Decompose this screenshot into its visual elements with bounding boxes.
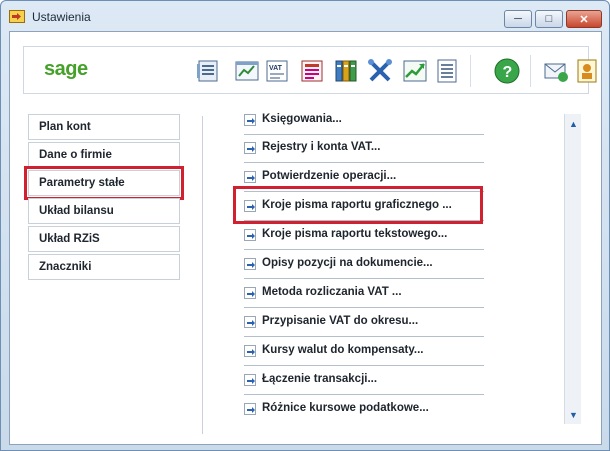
toolbar-separator xyxy=(530,55,531,87)
item-underline xyxy=(244,249,484,250)
list-item-label: Różnice kursowe podatkowe... xyxy=(262,402,429,414)
vertical-scrollbar[interactable]: ▲ ▼ xyxy=(564,114,581,424)
chart-icon[interactable] xyxy=(234,58,260,84)
window-content: sage VAT ? Plan kont Dane o firmie Param… xyxy=(9,31,602,445)
arrow-right-icon xyxy=(244,403,256,415)
scroll-down-icon[interactable]: ▼ xyxy=(566,407,581,422)
nav-item-dane-o-firmie[interactable]: Dane o firmie xyxy=(28,142,180,168)
nav-item-label: Plan kont xyxy=(39,121,91,133)
item-underline xyxy=(244,365,484,366)
nav-item-label: Parametry stałe xyxy=(39,177,125,189)
scroll-thumb[interactable] xyxy=(567,134,580,402)
vat-document-icon[interactable]: VAT xyxy=(264,58,290,84)
maximize-icon: □ xyxy=(545,13,553,25)
tax-form-icon[interactable] xyxy=(299,58,325,84)
nav-item-label: Układ bilansu xyxy=(39,205,114,217)
title-bar[interactable]: Ustawienia ─ □ ✕ xyxy=(1,1,609,31)
item-underline xyxy=(244,134,484,135)
nav-item-znaczniki[interactable]: Znaczniki xyxy=(28,254,180,280)
item-underline xyxy=(244,162,484,163)
growth-chart-icon[interactable] xyxy=(402,58,428,84)
svg-text:?: ? xyxy=(503,64,513,81)
list-item-label: Przypisanie VAT do okresu... xyxy=(262,315,419,327)
list-item-label: Opisy pozycji na dokumencie... xyxy=(262,257,433,269)
list-item-label: Potwierdzenie operacji... xyxy=(262,170,397,182)
settings-nav: Plan kont Dane o firmie Parametry stałe … xyxy=(24,114,186,282)
list-item-label: Kroje pisma raportu tekstowego... xyxy=(262,228,448,240)
list-item-label: Łączenie transakcji... xyxy=(262,373,378,385)
list-item-label: Kursy walut do kompensaty... xyxy=(262,344,424,356)
minimize-button[interactable]: ─ xyxy=(504,10,532,28)
close-button[interactable]: ✕ xyxy=(566,10,602,28)
window-title: Ustawienia xyxy=(32,10,91,24)
nav-item-label: Dane o firmie xyxy=(39,149,112,161)
list-item-label: Metoda rozliczania VAT ... xyxy=(262,286,402,298)
item-underline xyxy=(244,336,484,337)
item-underline xyxy=(244,278,484,279)
minimize-icon: ─ xyxy=(514,13,522,25)
highlight-box xyxy=(233,186,483,224)
maximize-button[interactable]: □ xyxy=(535,10,563,28)
close-icon: ✕ xyxy=(579,13,589,26)
panel-divider xyxy=(202,116,203,434)
toolbar-separator xyxy=(470,55,471,87)
sage-logo: sage xyxy=(44,58,88,80)
nav-item-plan-kont[interactable]: Plan kont xyxy=(28,114,180,140)
arrow-right-icon xyxy=(244,114,256,126)
arrow-right-icon xyxy=(244,258,256,270)
arrow-right-icon xyxy=(244,316,256,328)
tools-icon[interactable] xyxy=(367,58,393,84)
arrow-right-icon xyxy=(244,374,256,386)
user-icon[interactable] xyxy=(574,58,600,84)
item-underline xyxy=(244,394,484,395)
ledger-icon[interactable] xyxy=(434,58,460,84)
toolbar: sage VAT ? xyxy=(23,46,597,94)
email-icon[interactable] xyxy=(543,58,569,84)
help-icon[interactable]: ? xyxy=(494,58,520,84)
arrow-right-icon xyxy=(244,345,256,357)
binders-icon[interactable] xyxy=(334,58,360,84)
scroll-up-icon[interactable]: ▲ xyxy=(566,116,581,131)
list-item-label: Rejestry i konta VAT... xyxy=(262,141,381,153)
arrow-right-icon xyxy=(244,142,256,154)
app-icon xyxy=(9,10,25,23)
nav-item-parametry-stale[interactable]: Parametry stałe xyxy=(24,166,184,200)
svg-text:VAT: VAT xyxy=(269,65,283,72)
arrow-right-icon xyxy=(244,229,256,241)
nav-item-label: Układ RZiS xyxy=(39,233,100,245)
item-underline xyxy=(244,307,484,308)
settings-list: Księgowania... Rejestry i konta VAT... P… xyxy=(222,112,582,422)
arrow-right-icon xyxy=(244,171,256,183)
list-item-label: Księgowania... xyxy=(262,113,342,125)
nav-item-uklad-bilansu[interactable]: Układ bilansu xyxy=(28,198,180,224)
nav-item-uklad-rzis[interactable]: Układ RZiS xyxy=(28,226,180,252)
nav-item-label: Znaczniki xyxy=(39,261,92,273)
document-list-icon[interactable] xyxy=(196,58,222,84)
arrow-right-icon xyxy=(244,287,256,299)
settings-window: Ustawienia ─ □ ✕ sage VAT ? Plan kont Da… xyxy=(0,0,610,451)
